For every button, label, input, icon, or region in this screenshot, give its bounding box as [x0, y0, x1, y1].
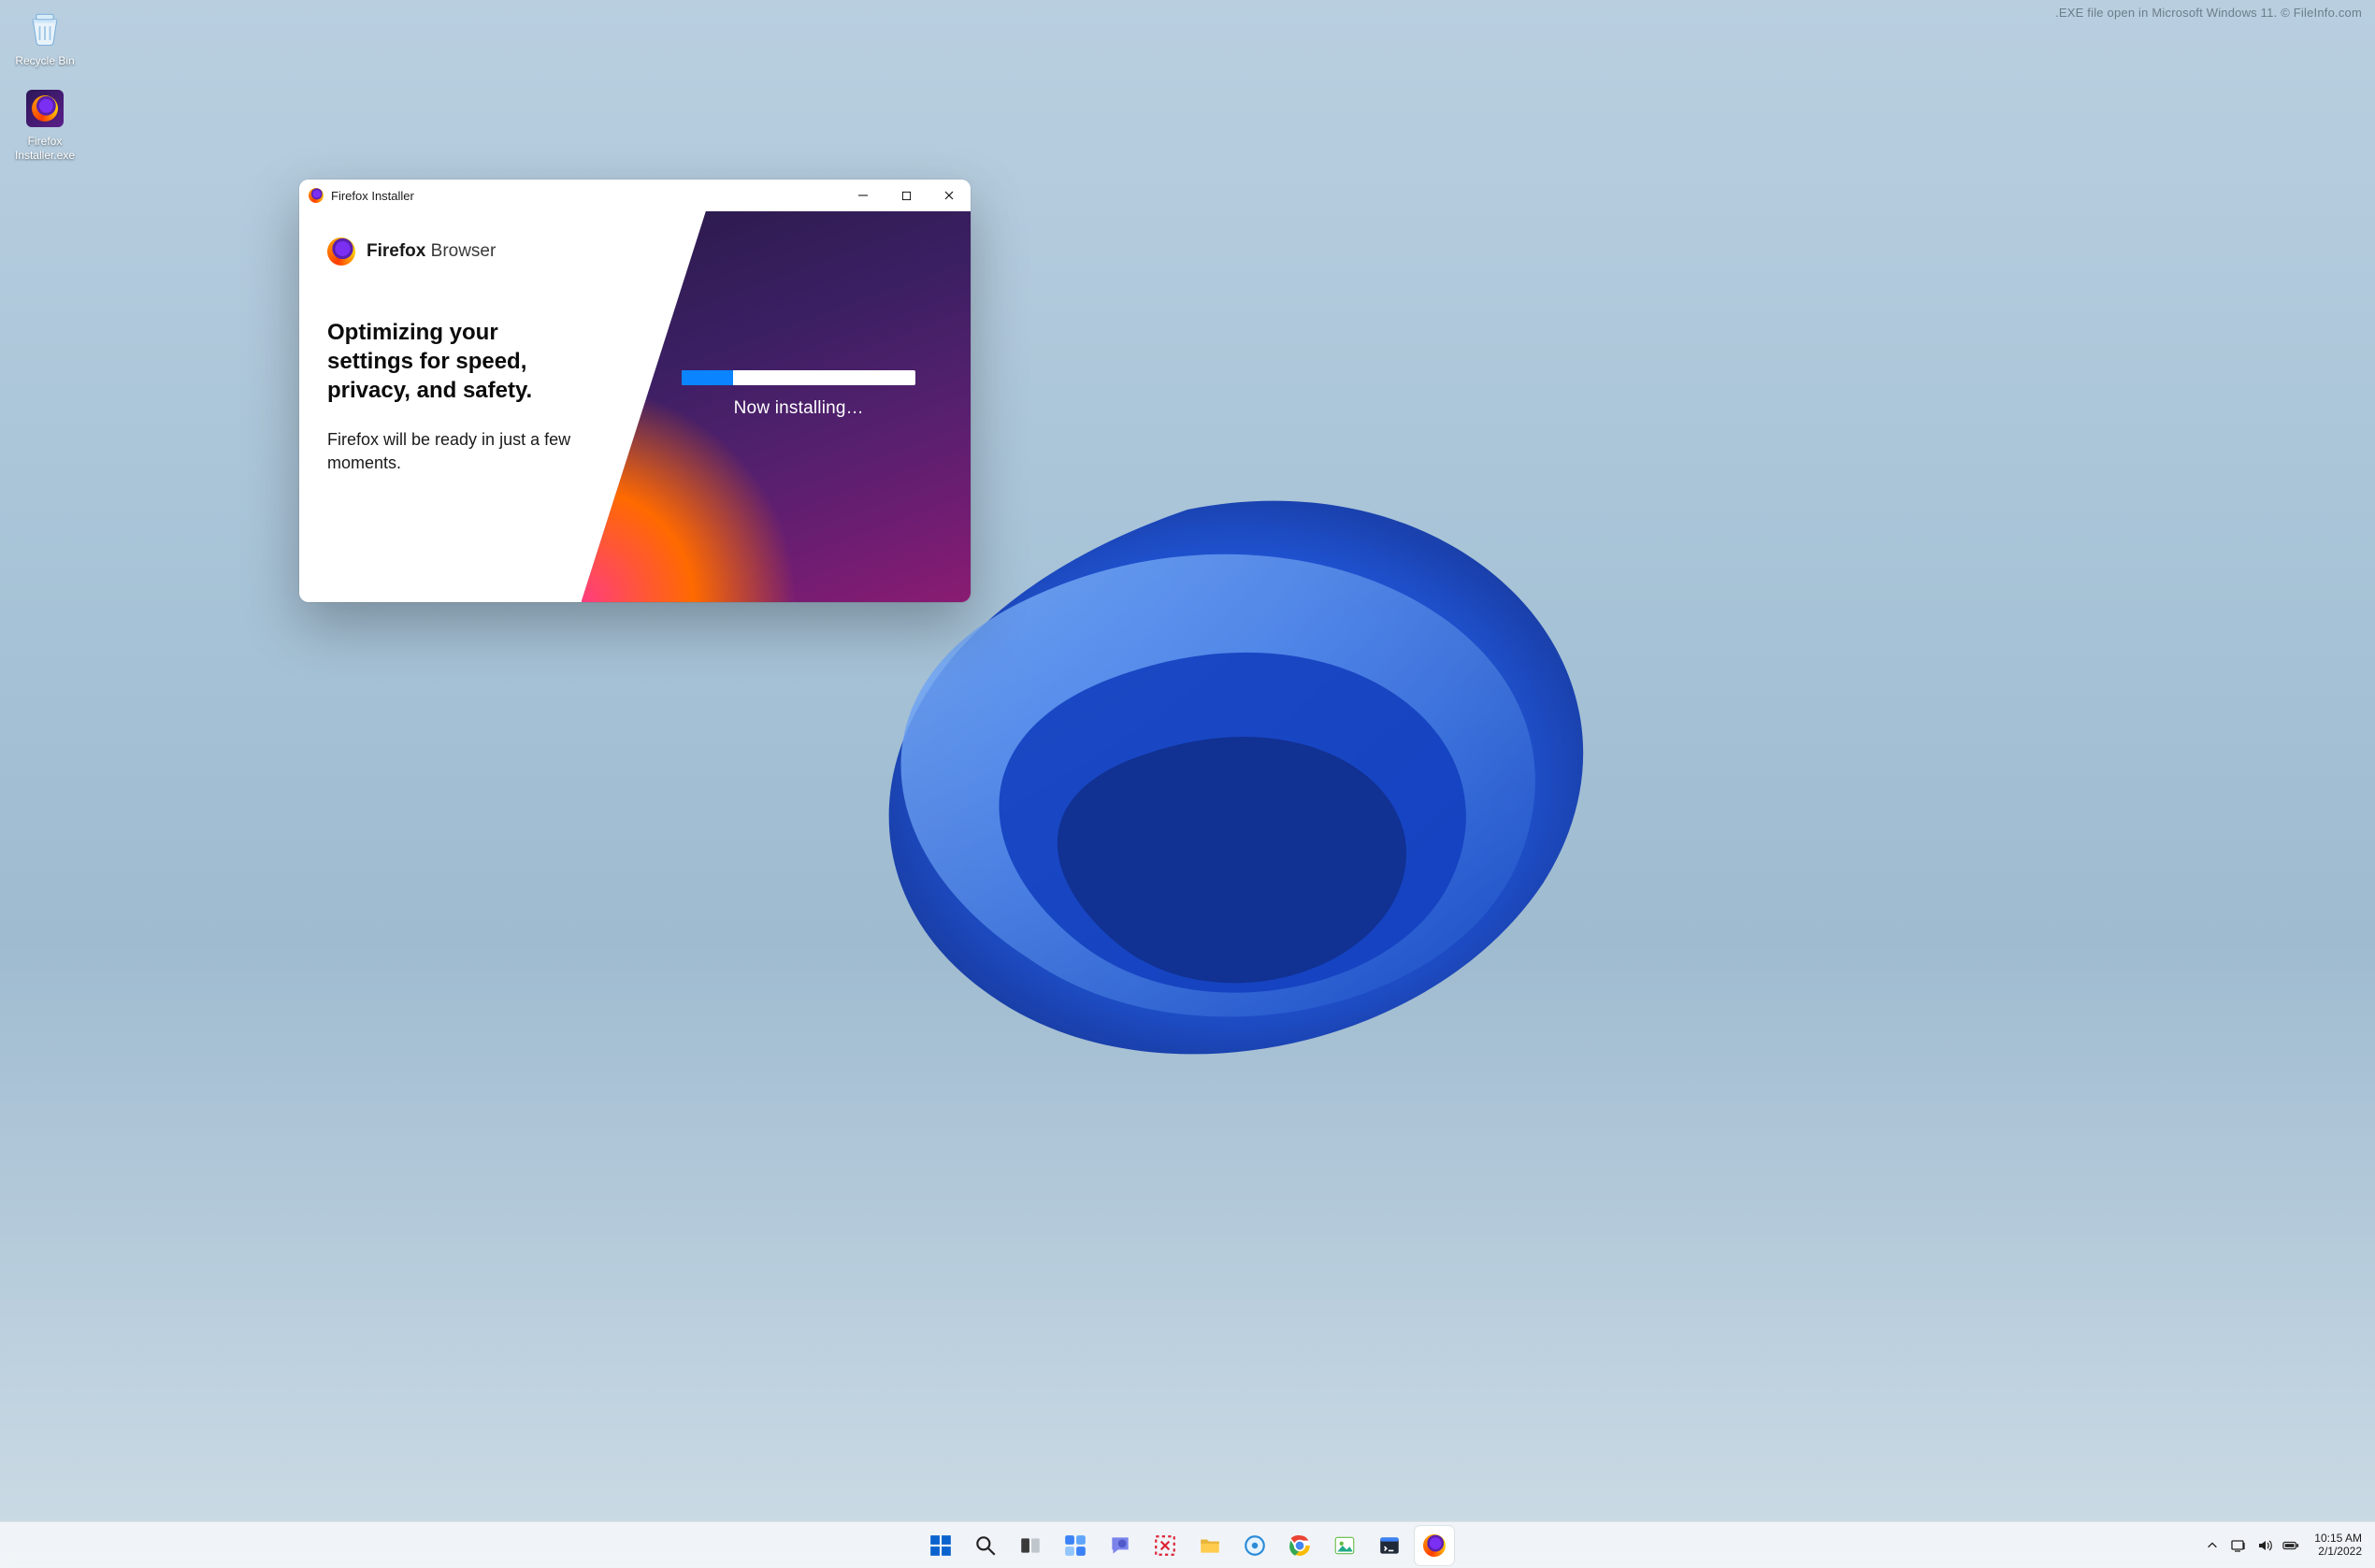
window-content: Now installing… Firefox Browser Optimizi…: [299, 211, 971, 602]
taskbar-snipping-tool[interactable]: [1145, 1526, 1185, 1565]
taskbar-search[interactable]: [966, 1526, 1005, 1565]
taskbar: 10:15 AM 2/1/2022: [0, 1521, 2375, 1568]
taskbar-widgets[interactable]: [1056, 1526, 1095, 1565]
desktop-icon-recycle-bin[interactable]: Recycle Bin: [6, 6, 84, 68]
firefox-icon: [1423, 1534, 1446, 1557]
taskbar-photos[interactable]: [1325, 1526, 1364, 1565]
progress-section: Now installing…: [682, 370, 915, 419]
tray-date: 2/1/2022: [2314, 1546, 2362, 1559]
installer-headline: Optimizing your settings for speed, priv…: [327, 318, 570, 406]
titlebar[interactable]: Firefox Installer: [299, 180, 971, 211]
taskbar-chrome[interactable]: [1280, 1526, 1319, 1565]
installer-text-panel: Firefox Browser Optimizing your settings…: [299, 211, 608, 602]
recycle-bin-icon: [22, 6, 67, 50]
taskbar-start[interactable]: [921, 1526, 960, 1565]
desktop-icon-label: Firefox Installer.exe: [6, 135, 84, 163]
system-tray: 10:15 AM 2/1/2022: [2204, 1522, 2368, 1568]
tray-clock[interactable]: 10:15 AM 2/1/2022: [2314, 1532, 2368, 1559]
window-title: Firefox Installer: [331, 189, 414, 203]
installer-subtext: Firefox will be ready in just a few mome…: [327, 428, 598, 475]
firefox-installer-icon: [22, 86, 67, 131]
tray-network-icon[interactable]: [2230, 1537, 2247, 1554]
close-button[interactable]: [928, 180, 971, 211]
taskbar-firefox-installer[interactable]: [1415, 1526, 1454, 1565]
minimize-button[interactable]: [842, 180, 885, 211]
taskbar-terminal[interactable]: [1370, 1526, 1409, 1565]
taskbar-center: [921, 1526, 1454, 1565]
progress-bar: [682, 370, 915, 385]
taskbar-file-explorer[interactable]: [1190, 1526, 1230, 1565]
firefox-brand: Firefox Browser: [327, 237, 585, 266]
tray-time: 10:15 AM: [2314, 1532, 2362, 1546]
taskbar-task-view[interactable]: [1011, 1526, 1050, 1565]
taskbar-tips[interactable]: [1235, 1526, 1274, 1565]
taskbar-chat[interactable]: [1101, 1526, 1140, 1565]
tray-battery-icon[interactable]: [2282, 1537, 2299, 1554]
tray-chevron-up-icon[interactable]: [2204, 1537, 2221, 1554]
firefox-logo-icon: [327, 237, 355, 266]
desktop-icon-firefox-installer[interactable]: Firefox Installer.exe: [6, 86, 84, 163]
firefox-brand-name: Firefox Browser: [367, 241, 496, 262]
desktop-icon-label: Recycle Bin: [6, 54, 84, 68]
progress-bar-fill: [682, 370, 733, 385]
installer-window: Firefox Installer Now installing…: [299, 180, 971, 602]
maximize-button[interactable]: [885, 180, 928, 211]
progress-label: Now installing…: [682, 398, 915, 419]
firefox-icon: [309, 188, 324, 203]
tray-volume-icon[interactable]: [2256, 1537, 2273, 1554]
